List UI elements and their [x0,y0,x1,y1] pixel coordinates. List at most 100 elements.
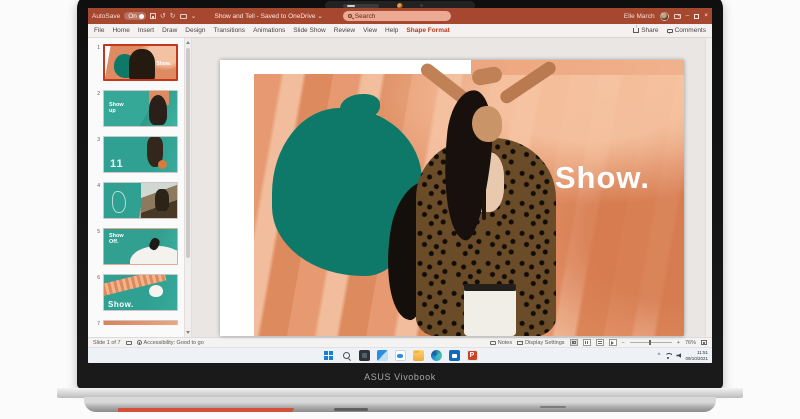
taskbar-search-icon[interactable] [341,350,352,361]
slide-3-thumbnail[interactable]: 11 [103,136,178,173]
tab-file[interactable]: File [94,27,104,34]
autosave-toggle[interactable]: On [124,12,146,20]
scroll-down-icon[interactable] [186,331,190,334]
tab-insert[interactable]: Insert [138,27,154,34]
powerpoint-icon: P [468,351,477,360]
zoom-slider-knob[interactable] [649,340,651,345]
thumbnail-row-2: 2 Show up [94,90,191,127]
tab-animations[interactable]: Animations [253,27,285,34]
tab-design[interactable]: Design [185,27,205,34]
tab-transitions[interactable]: Transitions [214,27,246,34]
document-title-caret-icon: ⌄ [317,13,322,20]
titlebar-right-cluster: Elle March – × [624,12,708,21]
tab-help[interactable]: Help [385,27,398,34]
comments-label: Comments [675,27,706,34]
widgets-icon[interactable] [377,350,388,361]
user-avatar[interactable] [660,12,669,21]
document-title[interactable]: Show and Tell - Saved to OneDrive ⌄ [214,12,322,20]
customize-qat-icon[interactable]: ⌄ [191,13,197,20]
zoom-in-button[interactable]: + [677,340,680,346]
base-red-accent [118,408,294,412]
thumb4-rider-figure [155,189,169,211]
comments-icon [667,29,673,33]
thumb1-caption: Show. [156,61,171,67]
tab-view[interactable]: View [363,27,377,34]
start-presentation-icon[interactable] [180,14,187,19]
figure-belt [464,284,516,291]
thumb6-dog [149,285,163,297]
share-icon [633,28,639,33]
normal-view-button[interactable] [570,339,578,346]
brand-label: ASUS Vivobook [77,372,723,382]
slide-2-thumbnail[interactable]: Show up [103,90,178,127]
accessibility-checker[interactable]: Accessibility: Good to go [137,340,204,346]
notes-button[interactable]: Notes [490,340,512,346]
presenter-mode-icon[interactable] [674,14,681,19]
slide-number: 1 [94,44,100,81]
fit-slide-to-window-icon[interactable] [701,340,707,345]
zoom-level[interactable]: 76% [685,340,696,346]
zoom-out-button[interactable]: − [622,340,625,346]
display-settings-button[interactable]: Display Settings [517,340,564,346]
edge-browser-icon[interactable] [431,350,442,361]
redo-icon[interactable]: ↻ [170,13,176,20]
slideshow-button[interactable] [609,339,617,346]
notes-label: Notes [498,340,512,346]
laptop-lid: AutoSave On ↺ ↻ ⌄ Show and Tell - Saved … [77,0,723,389]
tab-slide-show[interactable]: Slide Show [293,27,326,34]
volume-icon[interactable] [676,353,681,358]
slide-sorter-button[interactable] [583,339,591,346]
powerpoint-statusbar: Slide 1 of 7 Accessibility: Good to go N… [88,337,712,347]
thumbnail-scrollbar[interactable] [184,38,191,337]
close-button[interactable]: × [704,13,708,20]
file-explorer-icon[interactable] [413,350,424,361]
powerpoint-titlebar: AutoSave On ↺ ↻ ⌄ Show and Tell - Saved … [88,8,712,24]
scrollbar-thumb[interactable] [186,48,190,258]
tab-shape-format[interactable]: Shape Format [406,27,449,34]
reading-view-button[interactable] [596,339,604,346]
powerpoint-body: 1 Show. 2 Show up [88,38,712,337]
normal-view-icon [572,341,576,344]
save-icon[interactable] [150,13,156,19]
slide-5-thumbnail[interactable]: Show Off. [103,228,178,265]
search-input[interactable]: Search [343,11,451,21]
slide-7-thumbnail[interactable] [103,320,178,325]
slide-number: 7 [94,320,100,327]
microsoft-store-icon[interactable] [449,350,460,361]
notes-pane-icon[interactable] [126,341,132,345]
current-slide[interactable]: Show. [220,60,684,336]
share-button[interactable]: Share [633,27,658,34]
minimize-button[interactable]: – [686,13,690,20]
autosave-knob [139,14,144,19]
tab-home[interactable]: Home [112,27,129,34]
user-name[interactable]: Elle March [624,13,655,20]
tray-chevron-icon[interactable]: ^ [658,353,661,359]
chat-icon[interactable] [395,350,406,361]
task-view-icon[interactable] [359,350,370,361]
webcam-mic-dot [420,4,423,7]
tab-review[interactable]: Review [334,27,355,34]
slide-white-notch [254,60,346,74]
zoom-slider[interactable] [630,342,672,343]
comments-button[interactable]: Comments [667,27,706,34]
maximize-button[interactable] [694,14,699,19]
slide-1-thumbnail[interactable]: Show. [103,44,178,81]
thumbnail-row-5: 5 Show Off. [94,228,191,265]
slide-6-thumbnail[interactable]: Show. [103,274,178,311]
figure-pants [464,288,516,336]
slide-canvas: Show. [192,38,712,337]
base-notch [334,408,368,411]
tab-draw[interactable]: Draw [162,27,177,34]
reading-view-icon [598,341,602,344]
powerpoint-taskbar-button[interactable]: P [467,350,478,361]
scroll-up-icon[interactable] [186,41,190,44]
wifi-icon[interactable] [664,353,672,359]
thumb3-basketball [158,160,167,169]
search-icon [348,14,352,18]
undo-icon[interactable]: ↺ [160,13,166,20]
taskbar-clock[interactable]: 11:51 09/10/2021 [685,350,708,361]
slide-4-thumbnail[interactable] [103,182,178,219]
canvas-scrollbar[interactable] [705,38,712,337]
thumb6-caption: Show. [108,300,134,309]
start-button[interactable] [323,350,334,361]
